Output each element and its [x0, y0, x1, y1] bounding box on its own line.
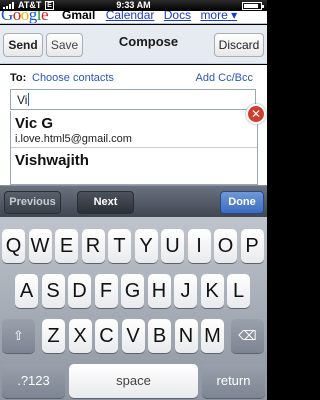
- save-button[interactable]: Save: [46, 33, 83, 57]
- key-k[interactable]: K: [200, 274, 224, 308]
- nav-calendar-link[interactable]: Calendar: [106, 11, 155, 22]
- key-g[interactable]: G: [121, 274, 144, 308]
- done-button[interactable]: Done: [220, 191, 264, 214]
- compose-toolbar: Send Save Compose Discard: [0, 25, 267, 64]
- key-h[interactable]: H: [147, 274, 171, 308]
- key-m[interactable]: M: [201, 319, 224, 353]
- clear-input-icon[interactable]: ✕: [246, 104, 266, 124]
- key-t[interactable]: T: [108, 229, 131, 263]
- key-x[interactable]: X: [68, 319, 92, 353]
- to-input[interactable]: Vi: [10, 89, 256, 110]
- previous-button[interactable]: Previous: [4, 191, 61, 214]
- nav-docs-link[interactable]: Docs: [164, 11, 191, 22]
- on-screen-keyboard: Q W E R T Y U I O P A S D F G H J K L ⇧ Z X C V B N M ⌫ .?123 space re…: [0, 217, 267, 400]
- key-n[interactable]: N: [174, 319, 198, 353]
- key-v[interactable]: V: [121, 319, 145, 353]
- suggestion-item[interactable]: Vic G i.love.html5@gmail.com: [11, 111, 257, 148]
- key-w[interactable]: W: [28, 229, 52, 263]
- key-e[interactable]: E: [55, 229, 78, 263]
- return-key[interactable]: return: [202, 364, 265, 398]
- key-z[interactable]: Z: [42, 319, 65, 353]
- suggestion-email: i.love.html5@gmail.com: [15, 133, 132, 145]
- google-logo[interactable]: Google: [1, 11, 49, 23]
- key-i[interactable]: I: [187, 229, 211, 263]
- key-j[interactable]: J: [174, 274, 197, 308]
- numbers-key[interactable]: .?123: [2, 364, 65, 398]
- nav-gmail: Gmail: [62, 11, 96, 22]
- form-assistant-bar: Previous Next Done: [0, 185, 267, 217]
- key-y[interactable]: Y: [134, 229, 158, 263]
- to-label: To:: [10, 72, 27, 84]
- send-button[interactable]: Send: [3, 33, 43, 57]
- key-b[interactable]: B: [148, 319, 171, 353]
- to-input-value: Vi: [17, 93, 28, 107]
- key-o[interactable]: O: [214, 229, 237, 263]
- key-s[interactable]: S: [41, 274, 65, 308]
- battery-level: [244, 4, 258, 8]
- contact-suggestions: Vic G i.love.html5@gmail.com Vishwajith: [10, 111, 258, 185]
- key-l[interactable]: L: [227, 274, 250, 308]
- choose-contacts-link[interactable]: Choose contacts: [32, 72, 114, 84]
- shift-key[interactable]: ⇧: [2, 319, 35, 353]
- status-bar: AT&T E 9:33 AM: [0, 0, 267, 11]
- key-r[interactable]: R: [81, 229, 105, 263]
- key-d[interactable]: D: [68, 274, 91, 308]
- suggestion-name: Vic G: [15, 115, 54, 132]
- google-nav: Gmail Calendar Docs more ▾: [62, 11, 243, 22]
- google-header: Google Gmail Calendar Docs more ▾: [0, 11, 267, 24]
- suggestion-item[interactable]: Vishwajith: [11, 148, 257, 184]
- key-c[interactable]: C: [95, 319, 118, 353]
- clock: 9:33 AM: [116, 0, 151, 10]
- key-p[interactable]: P: [240, 229, 264, 263]
- key-a[interactable]: A: [15, 274, 38, 308]
- compose-form: To: Choose contacts Add Cc/Bcc Vi Vic G …: [0, 65, 267, 185]
- space-key[interactable]: space: [69, 364, 198, 398]
- backspace-key[interactable]: ⌫: [231, 319, 264, 353]
- key-u[interactable]: U: [161, 229, 184, 263]
- battery-icon: [242, 2, 264, 10]
- key-f[interactable]: F: [94, 274, 118, 308]
- page-title: Compose: [118, 34, 179, 49]
- suggestion-name: Vishwajith: [15, 152, 89, 169]
- nav-more-link[interactable]: more ▾: [200, 11, 237, 22]
- next-button[interactable]: Next: [77, 191, 134, 214]
- discard-button[interactable]: Discard: [214, 33, 264, 57]
- add-cc-bcc-link[interactable]: Add Cc/Bcc: [196, 72, 253, 84]
- text-caret: [28, 93, 30, 106]
- key-q[interactable]: Q: [2, 229, 25, 263]
